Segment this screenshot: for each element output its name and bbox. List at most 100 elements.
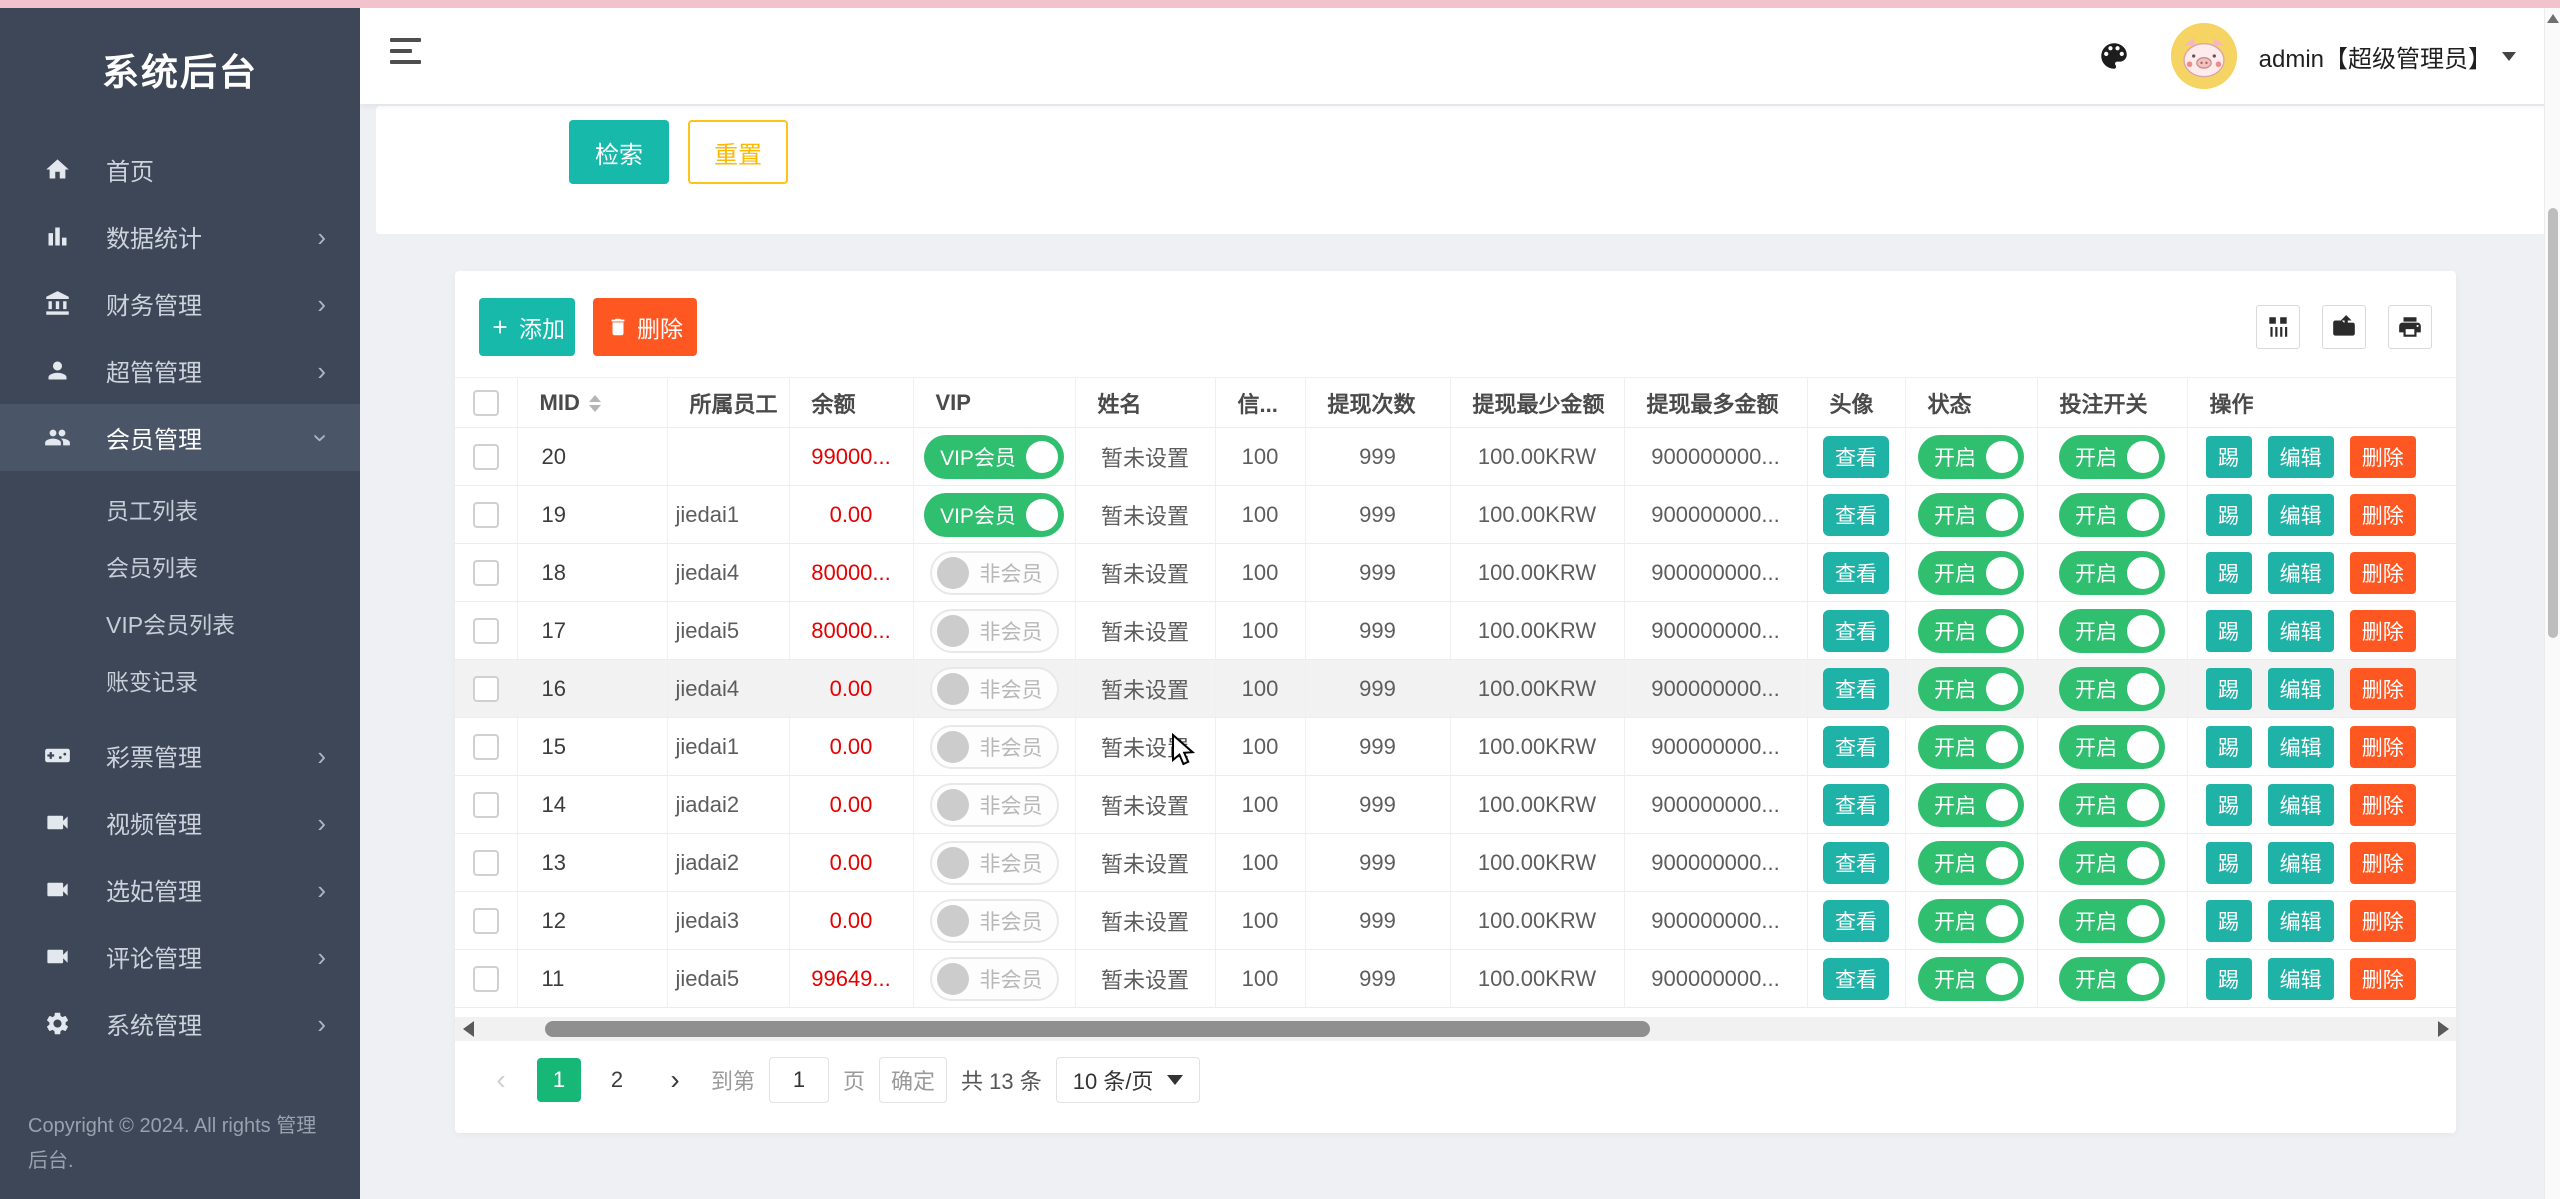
print-icon[interactable] [2388,305,2432,349]
row-delete-button[interactable]: 删除 [2350,784,2416,826]
kick-button[interactable]: 踢 [2206,958,2252,1000]
row-checkbox[interactable] [473,444,499,470]
kick-button[interactable]: 踢 [2206,726,2252,768]
row-checkbox[interactable] [473,734,499,760]
row-delete-button[interactable]: 删除 [2350,958,2416,1000]
bet-switch-toggle[interactable]: 开启 [2059,609,2165,653]
view-avatar-button[interactable]: 查看 [1823,900,1889,942]
row-checkbox[interactable] [473,792,499,818]
status-toggle[interactable]: 开启 [1918,841,2024,885]
export-icon[interactable] [2322,305,2366,349]
vip-toggle[interactable]: 非会员 [930,783,1059,827]
row-checkbox[interactable] [473,502,499,528]
next-page-button[interactable]: › [653,1058,697,1102]
view-avatar-button[interactable]: 查看 [1823,842,1889,884]
edit-button[interactable]: 编辑 [2268,494,2334,536]
col-header-mid[interactable]: MID [517,378,667,428]
status-toggle[interactable]: 开启 [1918,667,2024,711]
status-toggle[interactable]: 开启 [1918,493,2024,537]
bet-switch-toggle[interactable]: 开启 [2059,899,2165,943]
edit-button[interactable]: 编辑 [2268,436,2334,478]
view-avatar-button[interactable]: 查看 [1823,668,1889,710]
kick-button[interactable]: 踢 [2206,610,2252,652]
edit-button[interactable]: 编辑 [2268,958,2334,1000]
sidebar-item-xuanfei[interactable]: 选妃管理 › [0,856,360,923]
view-avatar-button[interactable]: 查看 [1823,784,1889,826]
vip-toggle[interactable]: 非会员 [930,609,1059,653]
row-checkbox[interactable] [473,560,499,586]
view-avatar-button[interactable]: 查看 [1823,436,1889,478]
bet-switch-toggle[interactable]: 开启 [2059,551,2165,595]
row-delete-button[interactable]: 删除 [2350,436,2416,478]
kick-button[interactable]: 踢 [2206,784,2252,826]
status-toggle[interactable]: 开启 [1918,725,2024,769]
vip-toggle[interactable]: VIP会员 [924,493,1064,537]
view-avatar-button[interactable]: 查看 [1823,726,1889,768]
edit-button[interactable]: 编辑 [2268,842,2334,884]
scroll-right-icon[interactable] [2432,1017,2454,1041]
vip-toggle[interactable]: 非会员 [930,841,1059,885]
row-checkbox[interactable] [473,966,499,992]
status-toggle[interactable]: 开启 [1918,609,2024,653]
vertical-scrollbar-thumb[interactable] [2548,208,2558,638]
edit-button[interactable]: 编辑 [2268,900,2334,942]
vip-toggle[interactable]: 非会员 [930,725,1059,769]
status-toggle[interactable]: 开启 [1918,435,2024,479]
sidebar-item-system[interactable]: 系统管理 › [0,990,360,1057]
row-checkbox[interactable] [473,676,499,702]
kick-button[interactable]: 踢 [2206,552,2252,594]
bet-switch-toggle[interactable]: 开启 [2059,783,2165,827]
row-checkbox[interactable] [473,850,499,876]
row-delete-button[interactable]: 删除 [2350,668,2416,710]
view-avatar-button[interactable]: 查看 [1823,958,1889,1000]
row-delete-button[interactable]: 删除 [2350,726,2416,768]
bet-switch-toggle[interactable]: 开启 [2059,667,2165,711]
sidebar-item-members[interactable]: 会员管理 › [0,404,360,471]
view-avatar-button[interactable]: 查看 [1823,494,1889,536]
admin-menu[interactable]: admin【超级管理员】 [2259,39,2516,74]
sidebar-item-home[interactable]: 首页 [0,136,360,203]
vip-toggle[interactable]: 非会员 [930,899,1059,943]
row-delete-button[interactable]: 删除 [2350,610,2416,652]
row-delete-button[interactable]: 删除 [2350,494,2416,536]
kick-button[interactable]: 踢 [2206,900,2252,942]
kick-button[interactable]: 踢 [2206,436,2252,478]
kick-button[interactable]: 踢 [2206,842,2252,884]
goto-page-input[interactable] [769,1057,829,1103]
row-checkbox[interactable] [473,618,499,644]
vip-toggle[interactable]: 非会员 [930,667,1059,711]
horizontal-scrollbar[interactable] [455,1017,2456,1041]
row-delete-button[interactable]: 删除 [2350,900,2416,942]
add-button[interactable]: 添加 [479,298,575,356]
sidebar-subitem-account-changes[interactable]: 账变记录 [0,651,360,708]
edit-button[interactable]: 编辑 [2268,552,2334,594]
select-all-checkbox[interactable] [473,390,499,416]
scroll-left-icon[interactable] [457,1017,479,1041]
sidebar-item-finance[interactable]: 财务管理 › [0,270,360,337]
bet-switch-toggle[interactable]: 开启 [2059,725,2165,769]
vip-toggle[interactable]: 非会员 [930,551,1059,595]
row-delete-button[interactable]: 删除 [2350,552,2416,594]
edit-button[interactable]: 编辑 [2268,610,2334,652]
sidebar-item-superadmin[interactable]: 超管管理 › [0,337,360,404]
row-checkbox[interactable] [473,908,499,934]
bet-switch-toggle[interactable]: 开启 [2059,841,2165,885]
bet-switch-toggle[interactable]: 开启 [2059,957,2165,1001]
edit-button[interactable]: 编辑 [2268,668,2334,710]
bet-switch-toggle[interactable]: 开启 [2059,435,2165,479]
sidebar-subitem-staff-list[interactable]: 员工列表 [0,480,360,537]
kick-button[interactable]: 踢 [2206,494,2252,536]
vip-toggle[interactable]: 非会员 [930,957,1059,1001]
row-delete-button[interactable]: 删除 [2350,842,2416,884]
theme-palette-icon[interactable] [2097,39,2131,73]
sort-icon[interactable] [589,395,601,412]
menu-toggle-icon[interactable] [390,38,422,72]
sidebar-item-lottery[interactable]: 彩票管理 › [0,722,360,789]
sidebar-subitem-member-list[interactable]: 会员列表 [0,537,360,594]
page-2-button[interactable]: 2 [595,1058,639,1102]
sidebar-item-statistics[interactable]: 数据统计 › [0,203,360,270]
avatar[interactable] [2171,23,2237,89]
scroll-up-icon[interactable] [2547,14,2559,23]
horizontal-scrollbar-thumb[interactable] [545,1021,1650,1037]
reset-button[interactable]: 重置 [688,120,788,184]
